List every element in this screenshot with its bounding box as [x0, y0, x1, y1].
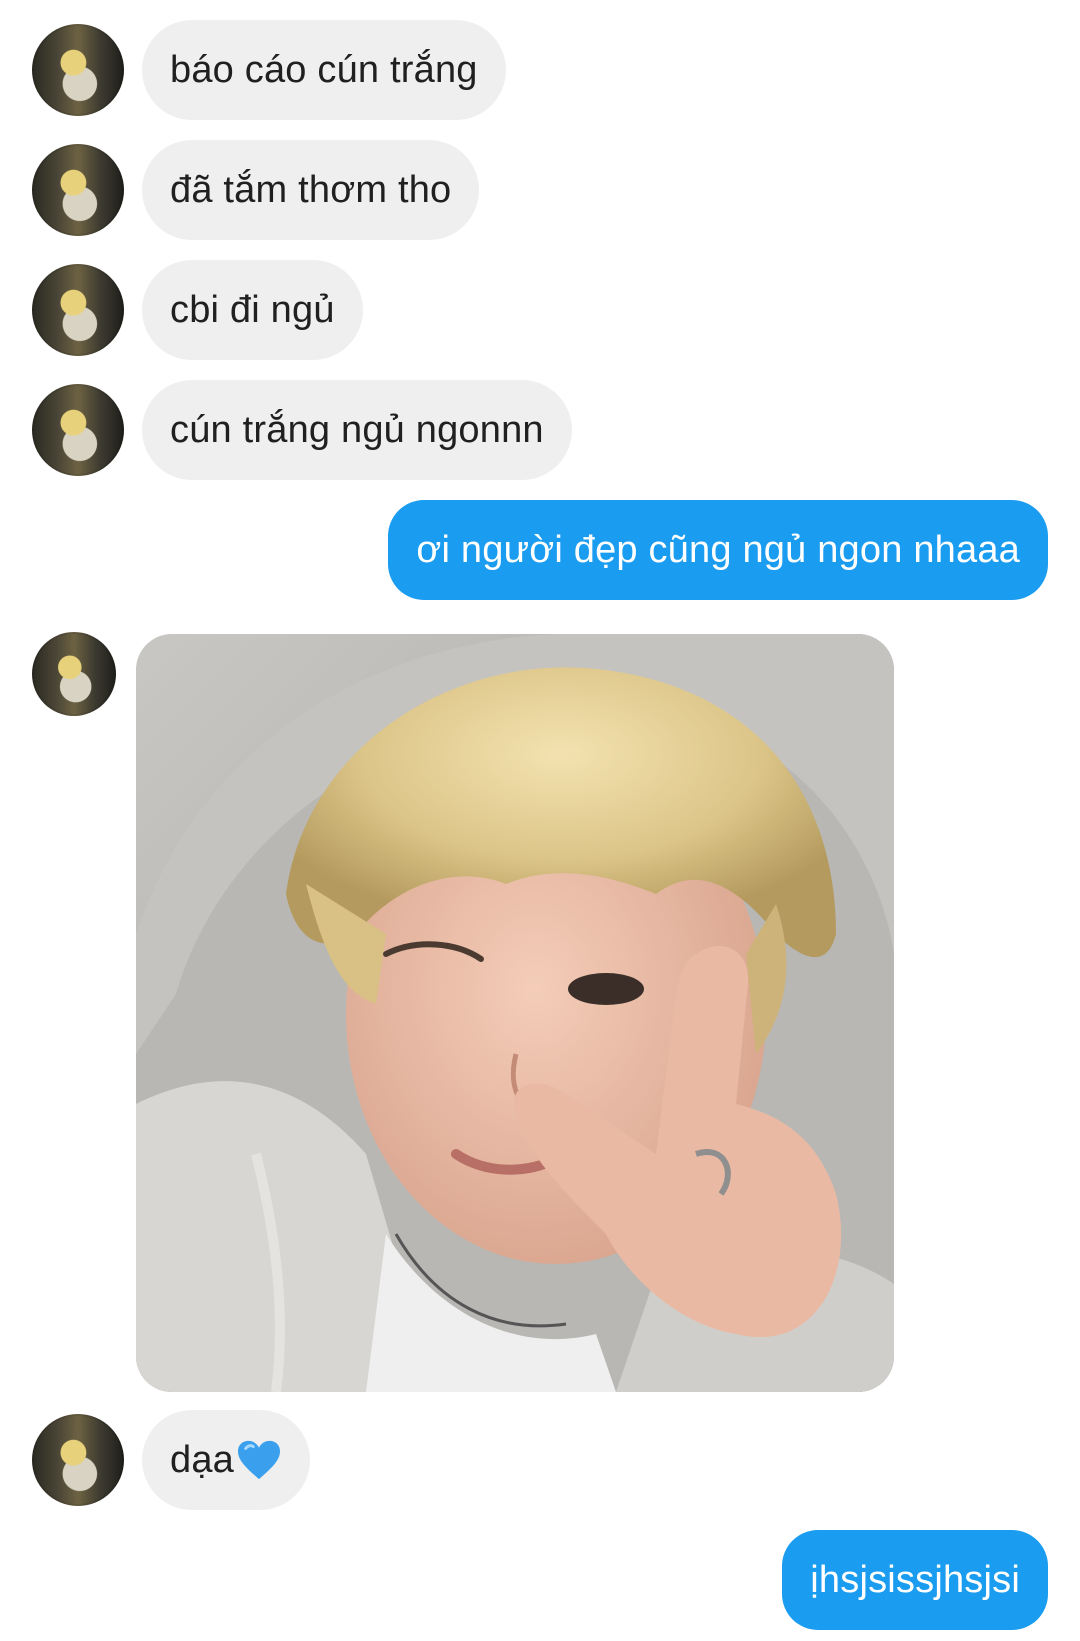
- message-text: báo cáo cún trắng: [170, 48, 478, 91]
- contact-avatar[interactable]: [32, 632, 116, 716]
- contact-avatar[interactable]: [32, 24, 124, 116]
- photo-message[interactable]: [136, 634, 894, 1392]
- chat-thread: báo cáo cún trắng đã tắm thơm tho cbi đi…: [0, 0, 1080, 1641]
- selfie-photo-image: [136, 634, 894, 1392]
- outgoing-message-bubble[interactable]: ơi người đẹp cũng ngủ ngon nhaaa: [388, 500, 1048, 600]
- blue-heart-icon: [238, 1440, 281, 1480]
- contact-avatar[interactable]: [32, 264, 124, 356]
- message-text: đã tắm thơm tho: [170, 168, 452, 211]
- incoming-message-bubble[interactable]: đã tắm thơm tho: [142, 140, 480, 240]
- message-text: dạa: [170, 1438, 235, 1481]
- message-text: cbi đi ngủ: [170, 288, 335, 331]
- message-text: ơi người đẹp cũng ngủ ngon nhaaa: [416, 528, 1020, 571]
- incoming-message-bubble[interactable]: báo cáo cún trắng: [142, 20, 506, 120]
- contact-avatar[interactable]: [32, 384, 124, 476]
- contact-avatar[interactable]: [32, 1414, 124, 1506]
- contact-avatar[interactable]: [32, 144, 124, 236]
- incoming-message-bubble[interactable]: cbi đi ngủ: [142, 260, 363, 360]
- incoming-message-bubble[interactable]: dạa: [142, 1410, 311, 1510]
- outgoing-message-bubble[interactable]: ịhsjsissjhsjsi: [782, 1530, 1048, 1630]
- message-text: cún trắng ngủ ngonnn: [170, 408, 544, 451]
- message-text: ịhsjsissjhsjsi: [810, 1558, 1020, 1601]
- incoming-message-bubble[interactable]: cún trắng ngủ ngonnn: [142, 380, 572, 480]
